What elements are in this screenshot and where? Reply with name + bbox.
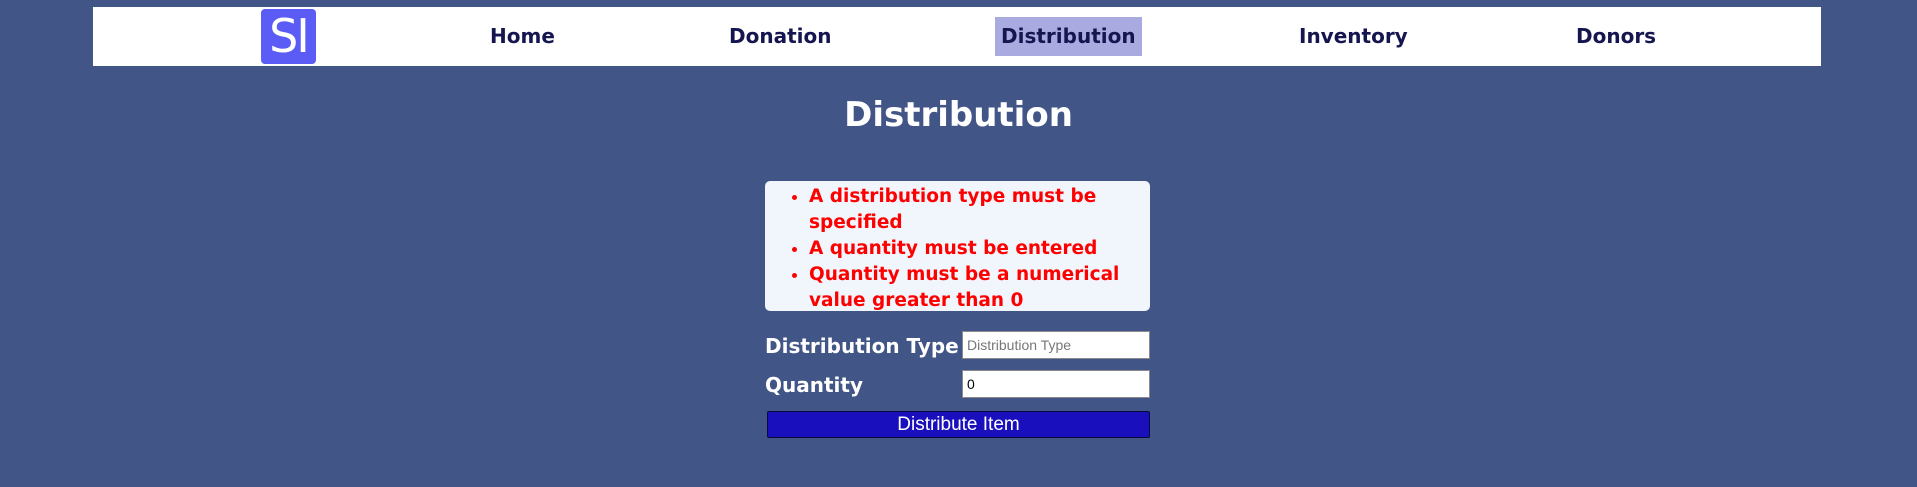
nav-item-donors[interactable]: Donors [1570, 17, 1662, 56]
distribute-item-button[interactable]: Distribute Item [767, 411, 1150, 438]
error-message-quantity-required: A quantity must be entered [809, 236, 1142, 262]
error-list-box: A distribution type must be specified A … [765, 181, 1150, 311]
error-message-distribution-type: A distribution type must be specified [809, 184, 1142, 236]
error-list: A distribution type must be specified A … [765, 184, 1142, 314]
nav-item-donation[interactable]: Donation [723, 17, 837, 56]
logo[interactable]: SI [261, 9, 316, 64]
nav-item-inventory[interactable]: Inventory [1293, 17, 1414, 56]
quantity-label: Quantity [765, 373, 863, 397]
distribution-type-input[interactable] [962, 331, 1150, 359]
nav-item-distribution[interactable]: Distribution [995, 17, 1142, 56]
error-message-quantity-numeric: Quantity must be a numerical value great… [809, 262, 1142, 314]
distribution-type-label: Distribution Type [765, 334, 959, 358]
page-title: Distribution [844, 95, 1073, 135]
quantity-input[interactable] [962, 370, 1150, 398]
nav-item-home[interactable]: Home [484, 17, 561, 56]
navbar: SI Home Donation Distribution Inventory … [93, 7, 1821, 66]
